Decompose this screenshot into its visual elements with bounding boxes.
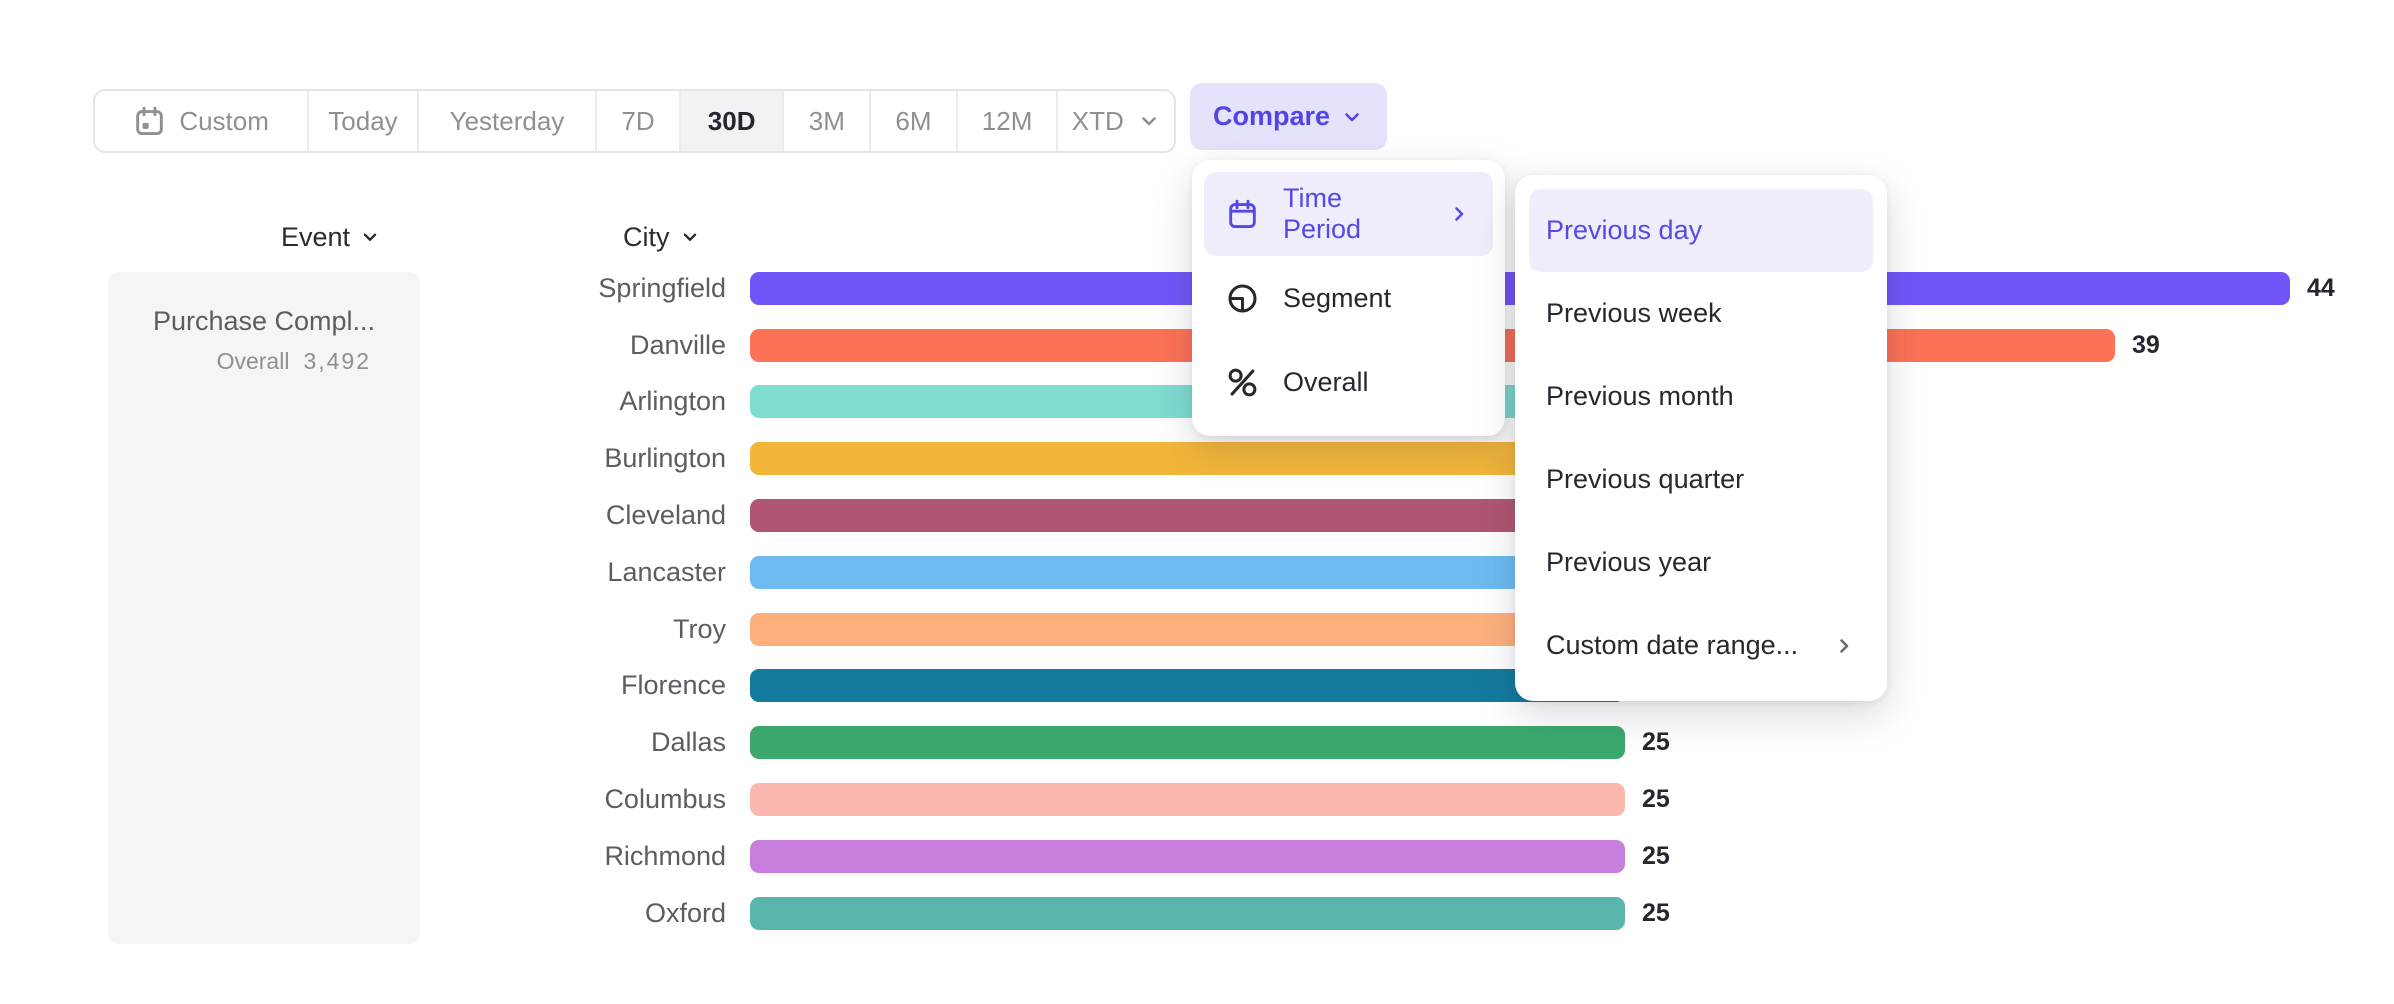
chart-row-troy: Troy <box>0 601 2335 658</box>
date-range-button-label: Yesterday <box>450 106 565 137</box>
chart-row-dallas: Dallas 25 <box>0 714 2335 771</box>
chart-row-danville: Danville 39 <box>0 317 2335 374</box>
time-period-submenu: Previous day Previous week Previous month P… <box>1515 175 1887 701</box>
date-range-button-label: 6M <box>895 106 931 137</box>
date-range-toolbar: Custom Today Yesterday 7D 30D 3M 6M 12M XTD <box>93 89 1176 153</box>
chevron-down-icon <box>679 226 701 248</box>
compare-button-label: Compare <box>1213 101 1330 132</box>
menu-item-label: Overall <box>1283 367 1369 398</box>
bar-value-label: 25 <box>1642 899 1670 928</box>
menu-item-label: Previous day <box>1546 215 1702 246</box>
date-range-button-7d[interactable]: 7D <box>597 91 681 151</box>
chart-row-burlington: Burlington <box>0 430 2335 487</box>
time-period-item-previous-month[interactable]: Previous month <box>1529 355 1873 438</box>
bar-category-label: Dallas <box>0 727 726 758</box>
bar-richmond[interactable] <box>750 840 1625 873</box>
chart-row-lancaster: Lancaster <box>0 544 2335 601</box>
date-range-button-label: 30D <box>708 106 756 137</box>
date-range-button-3m[interactable]: 3M <box>784 91 871 151</box>
bar-category-label: Richmond <box>0 841 726 872</box>
bar-category-label: Florence <box>0 670 726 701</box>
date-range-button-custom[interactable]: Custom <box>95 91 309 151</box>
analytics-report-page: Custom Today Yesterday 7D 30D 3M 6M 12M XTD Comp… <box>0 0 2394 1004</box>
calendar-icon <box>1226 198 1259 231</box>
chart-row-cleveland: Cleveland <box>0 487 2335 544</box>
bar-value-label: 25 <box>1642 728 1670 757</box>
bar-value-label: 25 <box>1642 842 1670 871</box>
chart-row-richmond: Richmond 25 <box>0 828 2335 885</box>
bar-category-label: Cleveland <box>0 500 726 531</box>
date-range-button-12m[interactable]: 12M <box>958 91 1059 151</box>
date-range-button-30d[interactable]: 30D <box>681 91 785 151</box>
chevron-down-icon <box>1340 105 1364 129</box>
chart-row-columbus: Columbus 25 <box>0 771 2335 828</box>
time-period-item-previous-quarter[interactable]: Previous quarter <box>1529 438 1873 521</box>
menu-item-label: Custom date range... <box>1546 630 1798 661</box>
bar-category-label: Columbus <box>0 784 726 815</box>
chevron-down-icon <box>1137 109 1161 133</box>
bar-value-label: 44 <box>2307 274 2335 303</box>
date-range-button-label: XTD <box>1072 106 1124 137</box>
bar-category-label: Springfield <box>0 273 726 304</box>
event-column-header[interactable]: Event <box>281 219 381 255</box>
compare-menu: Time Period Segment Overall <box>1192 160 1505 436</box>
menu-item-label: Segment <box>1283 283 1391 314</box>
menu-item-label: Previous year <box>1546 547 1711 578</box>
time-period-item-previous-week[interactable]: Previous week <box>1529 272 1873 355</box>
menu-item-label: Previous month <box>1546 381 1734 412</box>
bar-category-label: Oxford <box>0 898 726 929</box>
segment-icon <box>1226 282 1259 315</box>
bar-category-label: Burlington <box>0 443 726 474</box>
date-range-button-label: Custom <box>179 106 269 137</box>
compare-menu-item-time-period[interactable]: Time Period <box>1204 172 1493 256</box>
time-period-item-custom-date-range-[interactable]: Custom date range... <box>1529 604 1873 687</box>
compare-button[interactable]: Compare <box>1190 83 1387 150</box>
time-period-item-previous-year[interactable]: Previous year <box>1529 521 1873 604</box>
date-range-button-yesterday[interactable]: Yesterday <box>419 91 597 151</box>
bar-category-label: Lancaster <box>0 557 726 588</box>
bar-value-label: 25 <box>1642 785 1670 814</box>
chevron-right-icon <box>1447 202 1471 226</box>
date-range-button-label: 3M <box>809 106 845 137</box>
event-column-header-label: Event <box>281 222 350 253</box>
calendar-icon <box>133 105 166 138</box>
percent-icon <box>1226 366 1259 399</box>
chart-row-arlington: Arlington <box>0 374 2335 431</box>
date-range-button-label: 12M <box>982 106 1033 137</box>
compare-menu-item-overall[interactable]: Overall <box>1204 340 1493 424</box>
date-range-button-xtd[interactable]: XTD <box>1058 91 1174 151</box>
bar-category-label: Troy <box>0 614 726 645</box>
time-period-item-previous-day[interactable]: Previous day <box>1529 189 1873 272</box>
bar-columbus[interactable] <box>750 783 1625 816</box>
bar-value-label: 39 <box>2132 331 2160 360</box>
date-range-button-label: Today <box>328 106 397 137</box>
menu-item-label: Previous quarter <box>1546 464 1744 495</box>
city-column-header[interactable]: City <box>623 219 701 255</box>
date-range-button-today[interactable]: Today <box>309 91 419 151</box>
chart-row-oxford: Oxford 25 <box>0 885 2335 942</box>
bar-category-label: Arlington <box>0 386 726 417</box>
menu-item-label: Time Period <box>1283 183 1423 245</box>
menu-item-label: Previous week <box>1546 298 1722 329</box>
chevron-right-icon <box>1832 634 1856 658</box>
bar-category-label: Danville <box>0 330 726 361</box>
bar-oxford[interactable] <box>750 897 1625 930</box>
date-range-button-label: 7D <box>621 106 654 137</box>
chart-row-florence: Florence <box>0 658 2335 715</box>
bar-dallas[interactable] <box>750 726 1625 759</box>
chevron-down-icon <box>359 226 381 248</box>
city-column-header-label: City <box>623 222 670 253</box>
compare-menu-item-segment[interactable]: Segment <box>1204 256 1493 340</box>
chart-row-springfield: Springfield 44 <box>0 260 2335 317</box>
bar-florence[interactable] <box>750 669 1625 702</box>
bar-chart: Springfield 44 Danville 39 Arlington Burlingt… <box>0 260 2335 942</box>
date-range-button-6m[interactable]: 6M <box>871 91 958 151</box>
